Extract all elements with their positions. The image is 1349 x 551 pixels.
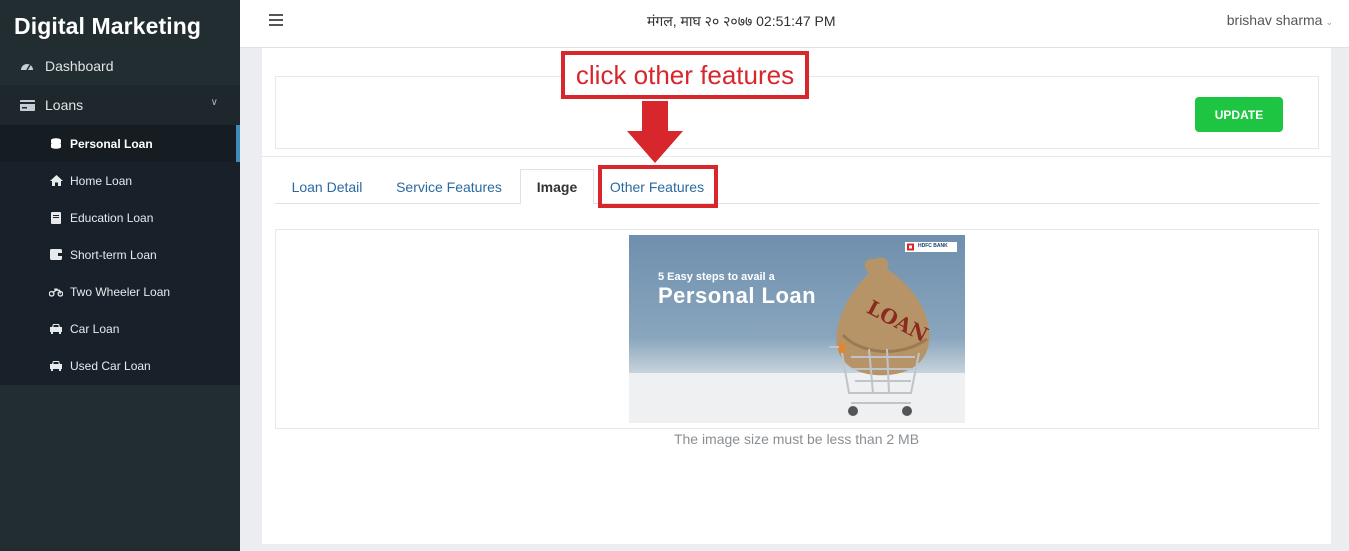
annotation-callout: click other features <box>561 51 809 99</box>
sidebar-item-car-loan[interactable]: Car Loan <box>0 310 240 347</box>
chevron-down-icon[interactable]: ∨ <box>211 97 218 108</box>
sidebar-item-home-loan[interactable]: Home Loan <box>0 162 240 199</box>
arrow-down-icon <box>627 101 683 163</box>
chevron-down-icon: ⌄ <box>1325 17 1333 27</box>
header-datetime: मंगल, माघ २० २०७७ 02:51:47 PM <box>647 13 836 29</box>
banner-line2: Personal Loan <box>658 283 817 308</box>
sidebar-item-label: Education Loan <box>70 210 154 225</box>
sidebar-item-label: Dashboard <box>45 58 114 74</box>
sidebar-item-two-wheeler-loan[interactable]: Two Wheeler Loan <box>0 273 240 310</box>
car-icon <box>49 360 63 371</box>
image-size-hint: The image size must be less than 2 MB <box>673 431 920 447</box>
tab-image[interactable]: Image <box>520 169 594 205</box>
banner-line1: 5 Easy steps to avail a <box>658 271 775 283</box>
image-preview-box: HDFC BANK 5 Easy steps to avail a Person… <box>275 229 1319 429</box>
home-icon <box>49 175 63 186</box>
user-menu[interactable]: brishav sharma ⌄ <box>1227 12 1333 28</box>
update-button[interactable]: UPDATE <box>1195 97 1283 132</box>
sidebar: Digital Marketing Dashboard Loans ∨ Pers… <box>0 0 240 551</box>
sidebar-item-label: Car Loan <box>70 321 120 336</box>
coins-icon <box>49 138 63 149</box>
loans-submenu: Personal Loan Home Loan Education Loan S… <box>0 125 240 385</box>
dashboard-gauge-icon <box>19 60 35 72</box>
car-icon <box>49 323 63 334</box>
sidebar-item-dashboard[interactable]: Dashboard <box>0 48 240 84</box>
tab-service-features[interactable]: Service Features <box>381 169 517 204</box>
sidebar-item-label: Personal Loan <box>70 136 153 151</box>
menu-toggle-icon[interactable] <box>269 14 283 26</box>
wallet-icon <box>49 249 63 260</box>
sidebar-item-label: Two Wheeler Loan <box>70 284 171 299</box>
banner-bank-name: HDFC BANK <box>918 243 948 249</box>
brand-title: Digital Marketing <box>14 13 202 39</box>
tab-loan-detail[interactable]: Loan Detail <box>275 169 379 204</box>
sidebar-item-used-car-loan[interactable]: Used Car Loan <box>0 347 240 384</box>
sidebar-item-loans[interactable]: Loans ∨ <box>0 85 240 125</box>
sidebar-item-label: Used Car Loan <box>70 358 151 373</box>
user-name: brishav sharma <box>1226 12 1323 28</box>
loan-banner-image[interactable]: HDFC BANK 5 Easy steps to avail a Person… <box>629 235 965 423</box>
credit-card-icon <box>19 99 35 111</box>
annotation-highlight-box <box>598 165 718 208</box>
sidebar-item-short-term-loan[interactable]: Short-term Loan <box>0 236 240 273</box>
section-divider <box>262 156 1331 157</box>
content-panel: UPDATE Loan Detail Service Features Imag… <box>262 48 1331 544</box>
book-icon <box>49 211 63 224</box>
tab-bar: Loan Detail Service Features Image Other… <box>275 169 1319 205</box>
motorcycle-icon <box>49 287 63 297</box>
top-header: मंगल, माघ २० २०७७ 02:51:47 PM brishav sh… <box>240 0 1349 48</box>
sidebar-item-label: Short-term Loan <box>70 247 157 262</box>
sidebar-item-personal-loan[interactable]: Personal Loan <box>0 125 240 162</box>
sidebar-item-label: Home Loan <box>70 173 133 188</box>
sidebar-item-education-loan[interactable]: Education Loan <box>0 199 240 236</box>
sidebar-item-label: Loans <box>45 97 84 113</box>
